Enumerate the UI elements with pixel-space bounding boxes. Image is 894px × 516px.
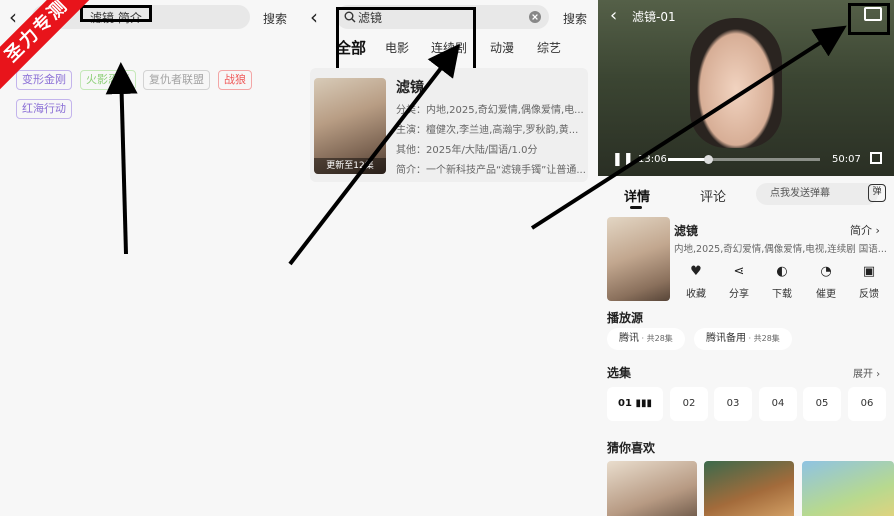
episode-01[interactable]: 01 ▮▮▮ <box>607 387 663 421</box>
screenshot-root: ‹ 滤镜 简介 搜索 变形金刚 火影忍者 复仇者联盟 战狼 红海行动 圣力专测 … <box>0 0 894 516</box>
detail-poster <box>607 217 670 301</box>
download-button[interactable]: ◐ 下载 <box>764 264 800 300</box>
share-label: 分享 <box>729 289 749 300</box>
progress-knob[interactable] <box>703 155 713 164</box>
episode-05[interactable]: 05 <box>803 387 841 421</box>
share-icon: ⋖ <box>733 264 745 279</box>
highlight-box-cast-button <box>848 3 890 35</box>
history-tag-2[interactable]: 复仇者联盟 <box>143 70 210 90</box>
source-section-title: 播放源 <box>607 311 644 325</box>
bell-icon: ◔ <box>820 264 832 279</box>
download-icon: ◐ <box>776 264 788 279</box>
result-other: 其他：2025年/大陆/国语/1.0分 <box>396 145 538 156</box>
source-count: · 共28集 <box>746 334 780 343</box>
search-button[interactable]: 搜索 <box>563 10 587 27</box>
active-tab-indicator <box>630 206 642 209</box>
tab-comments[interactable]: 评论 <box>700 186 726 205</box>
result-title: 滤镜 <box>396 80 424 96</box>
video-title: 滤镜-01 <box>632 10 676 24</box>
result-card[interactable]: 更新至12集 滤镜 分类：内地,2025,奇幻爱情,偶像爱情,电... 主演：檀… <box>310 68 588 182</box>
close-circle-icon[interactable] <box>529 11 541 23</box>
result-cast: 主演：檀健次,李兰迪,高瀚宇,罗秋韵,黄... <box>396 125 579 136</box>
urge-update-button[interactable]: ◔ 催更 <box>808 264 844 300</box>
source-name: 腾讯 <box>619 333 639 344</box>
back-icon[interactable]: ‹ <box>310 7 318 27</box>
favorite-label: 收藏 <box>686 289 706 300</box>
download-label: 下载 <box>772 289 792 300</box>
feedback-label: 反馈 <box>859 289 879 300</box>
progress-fill <box>668 158 708 161</box>
highlight-box-search-input <box>80 5 152 22</box>
back-icon[interactable]: ‹ <box>610 5 617 26</box>
history-tag-1[interactable]: 火影忍者 <box>80 70 136 90</box>
detail-title: 滤镜 <box>674 224 699 238</box>
result-poster[interactable]: 更新至12集 <box>314 78 386 174</box>
result-genre: 分类：内地,2025,奇幻爱情,偶像爱情,电... <box>396 105 584 116</box>
tab-details[interactable]: 详情 <box>624 186 650 205</box>
favorite-button[interactable]: ♥ 收藏 <box>678 264 714 300</box>
recommend-thumb-2[interactable] <box>704 461 794 516</box>
danmu-input[interactable]: 点我发送弹幕 <box>756 183 878 205</box>
episode-03[interactable]: 03 <box>714 387 752 421</box>
search-button[interactable]: 搜索 <box>263 10 287 27</box>
feedback-button[interactable]: ▣ 反馈 <box>851 264 887 300</box>
history-tag-3[interactable]: 战狼 <box>218 70 252 90</box>
expand-episodes-button[interactable]: 展开 › <box>853 365 880 380</box>
result-summary: 简介：一个新科技产品“滤镜手镯”让普通... <box>396 165 586 176</box>
recommend-thumb-3[interactable] <box>802 461 894 516</box>
back-icon[interactable]: ‹ <box>9 7 17 27</box>
intro-link[interactable]: 简介 › <box>850 222 880 238</box>
recommend-thumb-1[interactable] <box>607 461 697 516</box>
danmu-toggle-icon[interactable]: 弹 <box>868 184 886 202</box>
episodes-section-title: 选集 <box>607 366 632 380</box>
tab-variety[interactable]: 综艺 <box>537 39 561 56</box>
progress-bar[interactable] <box>668 155 820 164</box>
source-tencent-backup[interactable]: 腾讯备用 · 共28集 <box>694 328 792 350</box>
search-results-screen: ‹ 滤镜 搜索 全部 电影 连续剧 动漫 综艺 更新至12集 滤镜 分类：内地, <box>298 0 598 516</box>
video-frame <box>690 18 782 148</box>
fullscreen-icon[interactable] <box>870 152 882 164</box>
urge-update-label: 催更 <box>816 289 836 300</box>
history-tag-0[interactable]: 变形金刚 <box>16 70 72 90</box>
player-detail-screen: ‹ 滤镜-01 ❚❚ 13:06 50:07 详情 评论 点我发送弹幕 弹 滤镜… <box>598 0 894 516</box>
total-time: 50:07 <box>832 154 861 165</box>
source-tencent[interactable]: 腾讯 · 共28集 <box>607 328 685 350</box>
source-name: 腾讯备用 <box>706 333 746 344</box>
update-badge: 更新至12集 <box>314 158 386 174</box>
detail-meta: 内地,2025,奇幻爱情,偶像爱情,电视,连续剧 国语... <box>674 244 887 255</box>
pause-icon[interactable]: ❚❚ <box>612 152 634 167</box>
episode-02[interactable]: 02 <box>670 387 708 421</box>
source-count: · 共28集 <box>639 334 673 343</box>
current-time: 13:06 <box>638 154 667 165</box>
recommend-section-title: 猜你喜欢 <box>607 441 656 455</box>
share-button[interactable]: ⋖ 分享 <box>721 264 757 300</box>
heart-icon: ♥ <box>690 264 702 279</box>
search-history-screen: ‹ 滤镜 简介 搜索 变形金刚 火影忍者 复仇者联盟 战狼 红海行动 圣力专测 <box>0 0 298 516</box>
history-tag-4[interactable]: 红海行动 <box>16 99 72 119</box>
feedback-icon: ▣ <box>862 264 876 279</box>
tab-anime[interactable]: 动漫 <box>490 39 514 56</box>
episode-06[interactable]: 06 <box>848 387 886 421</box>
episode-04[interactable]: 04 <box>759 387 797 421</box>
